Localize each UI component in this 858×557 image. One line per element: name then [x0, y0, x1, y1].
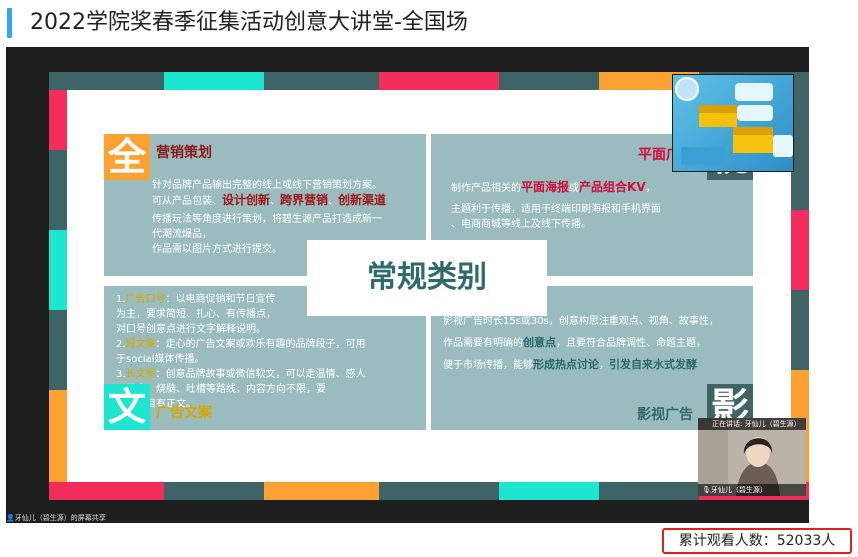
list-number: 2.	[116, 339, 126, 350]
highlight: 产品组合KV	[579, 180, 646, 194]
body-text: ，	[645, 183, 656, 194]
stripe	[49, 150, 67, 230]
stripe	[791, 290, 809, 370]
body-line: 、电商商城等线上及线下传播。	[451, 219, 591, 230]
share-text: 牙仙儿（碧生源）的屏幕共享	[14, 514, 106, 522]
quad-body: 制作产品相关的平面海报或产品组合KV， 主题利于传播，适用于终端印刷海报和手机界…	[451, 180, 731, 232]
highlight: 引发自来水式发酵	[609, 358, 697, 371]
keyword: 短文案	[125, 339, 156, 350]
webcam-name: 🎙牙仙儿（碧生源）	[698, 484, 806, 496]
body-line: 影视广告时长15s或30s，创意构思注重观点、视角、故事性，	[443, 316, 719, 327]
highlight: 平面海报	[521, 180, 570, 194]
highlight: 跨界营销	[280, 193, 329, 207]
stripe	[791, 210, 809, 290]
body-line: 于social媒体传播。	[116, 354, 205, 365]
participant-name: 牙仙儿（碧生源）	[710, 486, 767, 494]
stripe	[599, 482, 699, 500]
stripe	[49, 90, 67, 150]
body-line: 针对品牌产品输出完整的线上或线下营销策划方案。	[152, 180, 382, 191]
stripe	[379, 72, 499, 90]
stripe	[379, 482, 499, 500]
keyword: 长文案	[125, 369, 156, 380]
product-image	[672, 74, 794, 172]
list-number: 1.	[116, 294, 126, 305]
body-text: 可从产品包装、	[152, 196, 222, 207]
body-line: 3.长文案：创意品牌故事或微信软文，可以走温情、感人	[116, 367, 416, 382]
center-box: 常规类别	[307, 240, 547, 316]
body-text: ，	[599, 360, 609, 371]
stripe	[49, 72, 164, 90]
body-line: 可从产品包装、设计创新、跨界营销、创新渠道	[152, 193, 387, 207]
body-text: 便于市场传播，能够	[443, 360, 533, 371]
stripe	[499, 72, 599, 90]
keyword: 广告口号	[125, 294, 166, 305]
body-line: 便于市场传播，能够形成热点讨论，引发自来水式发酵	[443, 357, 753, 373]
stripe	[49, 482, 164, 500]
title-bar: 2022学院奖春季征集活动创意大讲堂-全国场	[0, 0, 858, 46]
body-line: 2.短文案：走心的广告文案或欢乐有趣的品牌段子，可用	[116, 337, 416, 352]
body-text: ：创意品牌故事或微信软文，可以走温情、感人	[155, 369, 366, 380]
highlight: 创新渠道	[338, 193, 387, 207]
body-text: 作品需要有明确的	[443, 338, 523, 349]
body-text: 或	[569, 183, 580, 194]
stripe	[264, 482, 379, 500]
product-illustration	[675, 77, 793, 165]
user-icon: 👤	[6, 514, 15, 522]
quad-char: 全	[104, 134, 150, 180]
quad-body: 针对品牌产品输出完整的线上或线下营销策划方案。 可从产品包装、设计创新、跨界营销…	[152, 178, 422, 209]
highlight: 创意点	[523, 336, 556, 349]
quad-title: 广告文案	[156, 405, 212, 421]
stripe	[49, 230, 67, 310]
mic-icon: 🎙	[702, 486, 711, 494]
body-text: 制作产品相关的	[451, 183, 521, 194]
stripe	[164, 482, 264, 500]
body-line: 、励志、烧脑、吐槽等路线，内容方向不限，要	[116, 384, 326, 395]
highlight: 形成热点讨论	[533, 358, 599, 371]
page-title: 2022学院奖春季征集活动创意大讲堂-全国场	[30, 10, 468, 35]
stripe	[49, 310, 67, 390]
highlight: 设计创新	[222, 193, 271, 207]
stripe	[49, 390, 67, 482]
screen-share-label: 👤牙仙儿（碧生源）的屏幕共享	[6, 513, 106, 523]
body-line: 制作产品相关的平面海报或产品组合KV，	[451, 180, 731, 196]
quad-title: 营销策划	[156, 145, 212, 161]
body-text: ，且要符合品牌调性、命题主题，	[556, 338, 706, 349]
quad-body: 影视广告时长15s或30s，创意构思注重观点、视角、故事性， 作品需要有明确的创…	[443, 314, 753, 373]
body-text: ：以电商促销和节日宣传	[165, 294, 276, 305]
stripe	[499, 482, 599, 500]
quad-title: 影视广告	[637, 407, 693, 423]
view-count-badge: 累计观看人数：52033人	[662, 528, 852, 554]
body-text: ：走心的广告文案或欢乐有趣的品牌段子，可用	[155, 339, 366, 350]
video-stage[interactable]: 全 营销策划 针对品牌产品输出完整的线上或线下营销策划方案。 可从产品包装、设计…	[6, 47, 809, 523]
stripe	[164, 72, 264, 90]
stripe	[264, 72, 379, 90]
body-line: 主题利于传播，适用于终端印刷海报和手机界面	[451, 204, 661, 215]
quad-char: 文	[104, 384, 150, 430]
speaking-indicator: 正在讲话: 牙仙儿（碧生源）	[698, 418, 806, 430]
center-label: 常规类别	[367, 260, 487, 295]
body-line: 对口号创意点进行文字解释说明。	[116, 324, 266, 335]
body-line: 传播玩法等角度进行策划，将碧生源产品打造成新一	[152, 214, 382, 225]
list-number: 3.	[116, 369, 126, 380]
body-line: 作品需要有明确的创意点，且要符合品牌调性、命题主题，	[443, 335, 753, 351]
title-accent-bar	[7, 8, 12, 38]
speaker-webcam[interactable]: 正在讲话: 牙仙儿（碧生源） 🎙牙仙儿（碧生源）	[698, 418, 806, 496]
